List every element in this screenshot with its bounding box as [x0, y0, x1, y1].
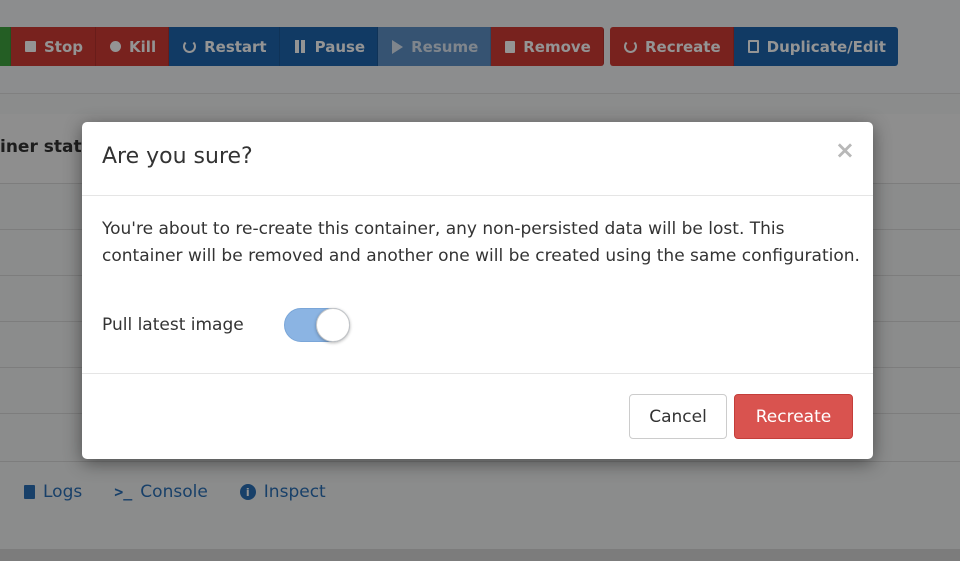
toggle-knob: [316, 308, 350, 342]
pull-image-label: Pull latest image: [102, 315, 244, 335]
confirm-recreate-dialog: Are you sure? × You're about to re-creat…: [82, 122, 873, 459]
dialog-footer: Cancel Recreate: [82, 374, 873, 459]
dialog-body: You're about to re-create this container…: [82, 196, 873, 374]
cancel-button[interactable]: Cancel: [629, 394, 727, 439]
close-icon[interactable]: ×: [835, 138, 855, 162]
recreate-confirm-button[interactable]: Recreate: [734, 394, 853, 439]
dialog-message: You're about to re-create this container…: [102, 219, 860, 266]
dialog-header: Are you sure? ×: [82, 122, 873, 196]
dialog-title: Are you sure?: [102, 144, 253, 169]
pull-image-row: Pull latest image: [102, 308, 350, 342]
pull-image-toggle[interactable]: [284, 308, 350, 342]
